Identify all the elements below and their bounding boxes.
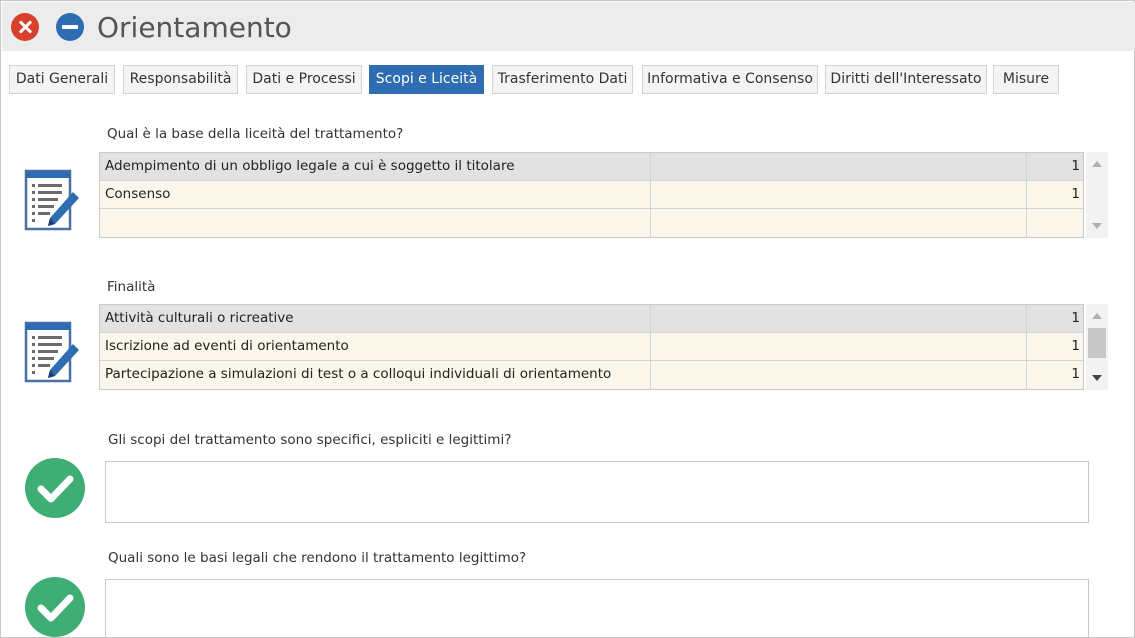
row-value (651, 305, 1027, 332)
row-name: Partecipazione a simulazioni di test o a… (100, 361, 651, 389)
scroll-up-icon[interactable] (1092, 161, 1102, 167)
edit-document-icon[interactable] (23, 320, 81, 386)
row-name: Attività culturali o ricreative (100, 305, 651, 332)
row-count: 1 (1071, 338, 1080, 354)
row-count: 1 (1071, 186, 1080, 202)
table-row[interactable]: Attività culturali o ricreative 1 (100, 305, 1083, 333)
row-value (651, 333, 1027, 360)
table-row[interactable]: Adempimento di un obbligo legale a cui è… (100, 153, 1083, 181)
row-value (651, 209, 1027, 237)
row-count: 1 (1071, 158, 1080, 174)
edit-document-icon[interactable] (23, 168, 81, 234)
row-count (1027, 209, 1084, 237)
check-circle-icon (25, 458, 85, 518)
row-count: 1 (1071, 366, 1080, 382)
row-name: Adempimento di un obbligo legale a cui è… (100, 153, 651, 180)
legal-bases-field[interactable] (105, 579, 1089, 637)
table-row[interactable] (100, 209, 1083, 237)
row-name: Consenso (100, 181, 651, 208)
row-value (651, 361, 1027, 389)
row-value (651, 181, 1027, 208)
scroll-down-icon[interactable] (1092, 375, 1102, 381)
scroll-down-icon[interactable] (1092, 223, 1102, 229)
lawfulness-label: Qual è la base della liceità del trattam… (107, 126, 404, 142)
table-row[interactable]: Partecipazione a simulazioni di test o a… (100, 361, 1083, 389)
lawfulness-grid: Adempimento di un obbligo legale a cui è… (99, 152, 1084, 238)
tab-dati-generali[interactable]: Dati Generali (9, 65, 115, 94)
row-name: Iscrizione ad eventi di orientamento (100, 333, 651, 360)
table-row[interactable]: Consenso 1 (100, 181, 1083, 209)
row-count: 1 (1071, 310, 1080, 326)
minimize-icon[interactable] (56, 13, 84, 41)
tab-diritti-interessato[interactable]: Diritti dell'Interessato (825, 65, 987, 94)
specific-purposes-field[interactable] (105, 461, 1089, 523)
tab-trasferimento-dati[interactable]: Trasferimento Dati (492, 65, 633, 94)
app-window: Orientamento Dati Generali Responsabilit… (0, 0, 1135, 638)
tab-scopi-e-liceita[interactable]: Scopi e Liceità (369, 65, 484, 94)
row-name (100, 209, 651, 237)
table-row[interactable]: Iscrizione ad eventi di orientamento 1 (100, 333, 1083, 361)
purposes-scrollbar[interactable] (1086, 304, 1108, 390)
tab-informativa-e-consenso[interactable]: Informativa e Consenso (642, 65, 818, 94)
check-circle-icon (25, 577, 85, 637)
tab-responsabilita[interactable]: Responsabilità (123, 65, 238, 94)
tab-misure[interactable]: Misure (993, 65, 1059, 94)
lawfulness-scrollbar[interactable] (1086, 152, 1108, 238)
purposes-grid: Attività culturali o ricreative 1 Iscriz… (99, 304, 1084, 390)
legal-bases-label: Quali sono le basi legali che rendono il… (108, 550, 527, 566)
title-bar: Orientamento (2, 2, 1135, 51)
specific-purposes-label: Gli scopi del trattamento sono specifici… (108, 432, 512, 448)
scroll-up-icon[interactable] (1092, 313, 1102, 319)
scroll-thumb[interactable] (1088, 328, 1106, 358)
window-title: Orientamento (97, 11, 292, 44)
tab-dati-e-processi[interactable]: Dati e Processi (246, 65, 362, 94)
close-icon[interactable] (11, 13, 39, 41)
row-value (651, 153, 1027, 180)
purposes-label: Finalità (107, 279, 156, 295)
